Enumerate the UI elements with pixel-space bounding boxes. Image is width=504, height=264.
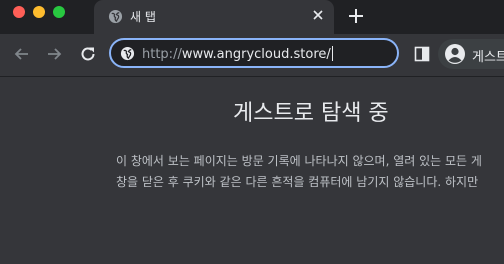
url-scheme: http:// — [142, 47, 182, 62]
new-tab-plus-icon[interactable] — [347, 7, 365, 25]
guest-avatar-icon — [445, 44, 465, 64]
tab-new-tab[interactable]: 새 탭 — [94, 0, 334, 34]
reload-icon[interactable] — [78, 44, 98, 64]
globe-icon — [108, 9, 123, 24]
title-bar: 새 탭 — [0, 0, 504, 34]
minimize-window-button[interactable] — [33, 6, 45, 18]
tab-title: 새 탭 — [130, 10, 156, 24]
close-window-button[interactable] — [13, 6, 25, 18]
profile-label: 게스트 — [472, 50, 504, 65]
close-tab-icon[interactable] — [312, 9, 324, 21]
forward-arrow-icon[interactable] — [44, 44, 64, 64]
back-arrow-icon[interactable] — [12, 44, 32, 64]
toolbar: http://www.angrycloud.store/ 게스트 — [0, 34, 504, 77]
address-bar[interactable]: http://www.angrycloud.store/ — [109, 38, 399, 68]
guest-info-paragraph: 이 창에서 보는 페이지는 방문 기록에 나타나지 않으며, 열려 있는 모든 … — [116, 151, 504, 193]
text-caret — [331, 46, 333, 61]
side-panel-icon[interactable] — [414, 46, 430, 62]
url-host: www.angrycloud.store/ — [181, 47, 331, 62]
page-title: 게스트로 탐색 중 — [233, 101, 389, 126]
url-text: http://www.angrycloud.store/ — [142, 46, 333, 62]
fullscreen-window-button[interactable] — [53, 6, 65, 18]
guest-info-line: 창을 닫은 후 쿠키와 같은 다른 흔적을 컴퓨터에 남기지 않습니다. 하지만 — [116, 175, 479, 189]
guest-info-line: 이 창에서 보는 페이지는 방문 기록에 나타나지 않으며, 열려 있는 모든 … — [116, 154, 482, 168]
globe-icon — [120, 46, 135, 61]
profile-button[interactable]: 게스트 — [438, 39, 504, 69]
